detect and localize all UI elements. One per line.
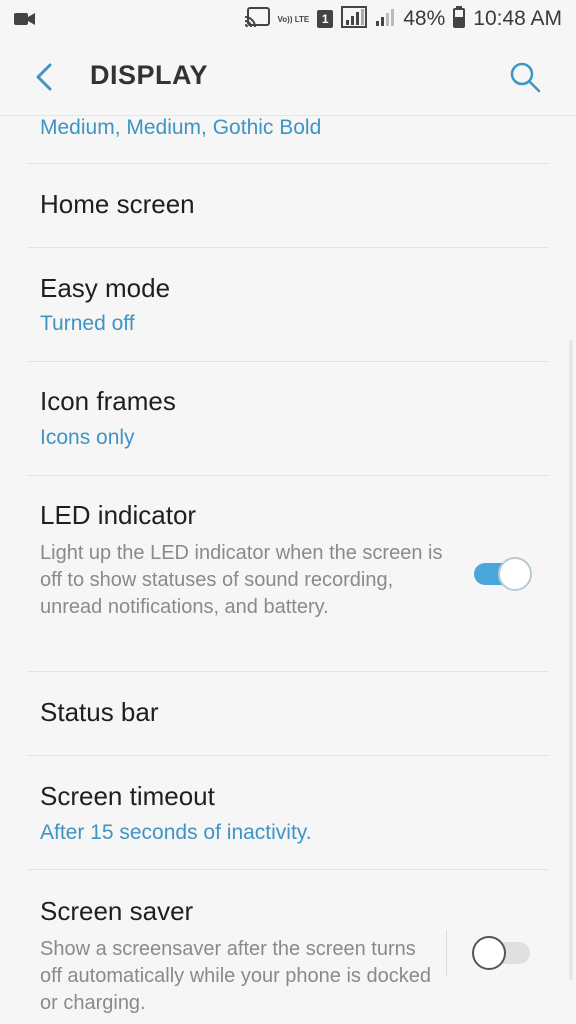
setting-title: Screen timeout (40, 781, 215, 811)
setting-screen-saver[interactable]: Screen saver Show a screensaver after th… (0, 870, 576, 1024)
status-icons: Vo)) LTE 1 48% 10:48 AM (244, 5, 562, 33)
status-bar: Vo)) LTE 1 48% 10:48 AM (0, 0, 576, 38)
setting-title: Status bar (40, 697, 159, 727)
setting-led-indicator[interactable]: LED indicator Light up the LED indicator… (0, 476, 576, 671)
search-icon (510, 62, 541, 93)
setting-title: Home screen (40, 189, 195, 219)
signal-icon (341, 5, 368, 33)
font-setting-summary: Medium, Medium, Gothic Bold (40, 116, 322, 139)
volte-icon: Vo)) LTE (277, 14, 310, 24)
setting-title: Screen saver (40, 896, 194, 926)
setting-description: Light up the LED indicator when the scre… (40, 542, 443, 618)
signal-weak-icon (375, 7, 395, 32)
sim-icon: 1 (317, 10, 334, 28)
setting-icon-frames[interactable]: Icon frames Icons only (0, 362, 576, 475)
app-bar: DISPLAY (0, 38, 576, 116)
setting-subtitle: Turned off (40, 312, 135, 335)
led-indicator-toggle[interactable] (472, 557, 532, 591)
page-title: DISPLAY (90, 60, 209, 90)
search-button[interactable] (508, 60, 542, 94)
battery-icon (453, 5, 466, 33)
setting-title: Icon frames (40, 386, 176, 416)
setting-subtitle: Icons only (40, 426, 135, 449)
display-settings-screen: Vo)) LTE 1 48% 10:48 AM DISPLAY Medium, … (0, 0, 576, 1024)
setting-status-bar[interactable]: Status bar (0, 672, 576, 755)
toggle-thumb (498, 557, 532, 591)
clock: 10:48 AM (473, 7, 562, 30)
screen-saver-toggle[interactable] (472, 936, 532, 970)
back-arrow-icon (36, 63, 52, 91)
cast-icon (244, 6, 270, 32)
setting-subtitle: After 15 seconds of inactivity. (40, 821, 312, 844)
video-camera-icon (14, 11, 36, 32)
setting-title: Easy mode (40, 273, 171, 303)
setting-screen-timeout[interactable]: Screen timeout After 15 seconds of inact… (0, 756, 576, 869)
vertical-separator (446, 930, 447, 976)
battery-percent: 48% (403, 7, 446, 30)
setting-easy-mode[interactable]: Easy mode Turned off (0, 248, 576, 361)
setting-description: Show a screensaver after the screen turn… (40, 938, 431, 1014)
back-button[interactable] (28, 60, 60, 94)
setting-title: LED indicator (40, 500, 197, 530)
scrollbar[interactable] (569, 340, 573, 980)
setting-home-screen[interactable]: Home screen (0, 164, 576, 247)
toggle-thumb (472, 936, 506, 970)
